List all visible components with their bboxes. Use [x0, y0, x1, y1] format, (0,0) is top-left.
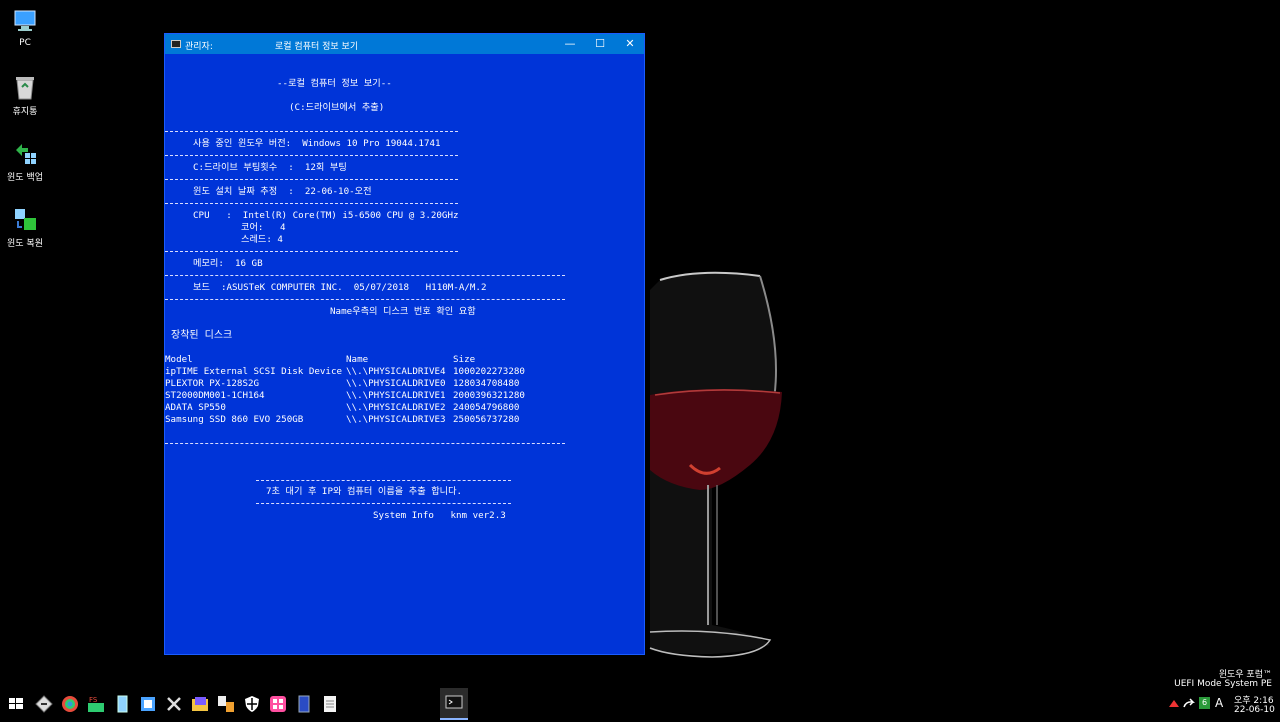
- console-icon: [445, 695, 463, 709]
- desktop-icon-pc[interactable]: PC: [0, 8, 50, 48]
- taskbar-app-shield[interactable]: [242, 694, 262, 714]
- drive-icon: [117, 695, 128, 713]
- taskbar-app-browser[interactable]: [60, 694, 80, 714]
- desktop-icon-label: 휴지통: [12, 107, 38, 117]
- disk-model: ST2000DM001-1CH164: [165, 390, 265, 401]
- console-window[interactable]: 관리자: 로컬 컴퓨터 정보 보기 — ☐ ✕ --로컬 컴퓨터 정보 보기--…: [164, 33, 645, 655]
- cores-line: 코어: 4: [241, 222, 286, 233]
- disk-size: 240054796800: [453, 402, 520, 413]
- disk-size: 250056737280: [453, 414, 520, 425]
- computer-icon: [12, 8, 38, 34]
- desktop-icon-label: 윈도 복원: [7, 239, 43, 249]
- disk-model: PLEXTOR PX-128S2G: [165, 378, 260, 389]
- admin-label: 관리자:: [185, 42, 213, 52]
- minimize-button[interactable]: —: [555, 34, 585, 54]
- taskbar-app-console[interactable]: [440, 688, 468, 720]
- board-line: 보드 :ASUSTeK COMPUTER INC. 05/07/2018 H11…: [193, 282, 487, 293]
- folder-icon: [192, 697, 208, 711]
- wait-message: 7초 대기 후 IP와 컴퓨터 이름을 추출 합니다.: [266, 486, 463, 497]
- tray-date[interactable]: 22-06-10: [1234, 705, 1275, 715]
- disk-header-model: Model: [165, 354, 193, 365]
- maximize-button[interactable]: ☐: [585, 34, 615, 54]
- name-note-line: Name우측의 디스크 번호 확인 요함: [330, 306, 476, 317]
- divider: [165, 251, 458, 252]
- disk-name: \\.\PHYSICALDRIVE4: [346, 366, 446, 377]
- disk-name: \\.\PHYSICALDRIVE3: [346, 414, 446, 425]
- divider: [165, 155, 458, 156]
- console-icon: [171, 40, 181, 48]
- fs-tool-icon: FS: [88, 696, 104, 712]
- divider: [256, 503, 511, 504]
- threads-line: 스레드: 4: [241, 234, 283, 245]
- tray-arrow-icon[interactable]: [1168, 698, 1180, 711]
- taskbar-app-tools[interactable]: [34, 694, 54, 714]
- taskbar-app-fs[interactable]: FS: [86, 694, 106, 714]
- install-date-line: 윈도 설치 날짜 추정 : 22-06-10-오전: [193, 186, 372, 197]
- disk-name: \\.\PHYSICALDRIVE2: [346, 402, 446, 413]
- partition-icon: [141, 697, 155, 711]
- taskbar-app-disk[interactable]: [112, 694, 132, 714]
- console-subheading: (C:드라이브에서 추출): [289, 102, 385, 113]
- divider: [165, 179, 458, 180]
- taskbar-app-partition[interactable]: [138, 694, 158, 714]
- disk-size: 128034708480: [453, 378, 520, 389]
- disk-size: 1000202273280: [453, 366, 525, 377]
- divider: [165, 131, 458, 132]
- book-icon: [298, 695, 310, 713]
- divider: [165, 203, 458, 204]
- disk-model: ipTIME External SCSI Disk Device: [165, 366, 343, 377]
- taskbar-app-book[interactable]: [294, 694, 314, 714]
- svg-text:FS: FS: [89, 696, 98, 704]
- taskbar-app-settings[interactable]: [164, 694, 184, 714]
- divider: [165, 299, 565, 300]
- recycle-bin-icon: [12, 74, 38, 100]
- disk-model: ADATA SP550: [165, 402, 226, 413]
- restore-icon: [12, 206, 38, 232]
- disk-header-name: Name: [346, 354, 369, 365]
- start-button[interactable]: [6, 694, 26, 714]
- boot-count-line: C:드라이브 부팅횟수 : 12회 부팅: [193, 162, 347, 173]
- disk-model: Samsung SSD 860 EVO 250GB: [165, 414, 304, 425]
- copy-files-icon: [218, 696, 234, 712]
- cpu-line: CPU : Intel(R) Core(TM) i5-6500 CPU @ 3.…: [193, 210, 459, 221]
- diamond-tool-icon: [35, 695, 53, 713]
- app-grid-icon: [270, 696, 286, 712]
- memory-line: 메모리: 16 GB: [193, 258, 263, 269]
- disk-size: 2000396321280: [453, 390, 525, 401]
- taskbar-app-copy[interactable]: [216, 694, 236, 714]
- console-output: --로컬 컴퓨터 정보 보기-- (C:드라이브에서 추출) 사용 중인 윈도우…: [165, 54, 644, 654]
- divider: [165, 443, 565, 444]
- footer-line: System Info knm ver2.3: [373, 510, 506, 521]
- shield-icon: [245, 696, 259, 712]
- divider: [256, 480, 511, 481]
- windows-version-line: 사용 중인 윈도우 버전: Windows 10 Pro 19044.1741: [193, 138, 441, 149]
- console-heading: --로컬 컴퓨터 정보 보기--: [277, 78, 392, 89]
- tray-forward-icon[interactable]: [1183, 698, 1196, 711]
- disk-header-size: Size: [453, 354, 476, 365]
- windows-logo-icon: [9, 698, 23, 709]
- tray-language-badge[interactable]: 6: [1199, 697, 1210, 709]
- desktop-icon-restore[interactable]: 윈도 복원: [0, 206, 50, 249]
- wrench-icon: [167, 697, 181, 711]
- divider: [165, 275, 565, 276]
- taskbar-app-explorer[interactable]: [190, 694, 210, 714]
- desktop-icon-recycle-bin[interactable]: 휴지통: [0, 74, 50, 117]
- taskbar-app-grid[interactable]: [268, 694, 288, 714]
- disk-name: \\.\PHYSICALDRIVE0: [346, 378, 446, 389]
- disk-name: \\.\PHYSICALDRIVE1: [346, 390, 446, 401]
- desktop-icon-label: PC: [19, 38, 31, 48]
- backup-icon: [12, 140, 38, 166]
- tray-ime-indicator[interactable]: A: [1215, 696, 1223, 710]
- window-title: 로컬 컴퓨터 정보 보기: [275, 42, 359, 52]
- taskbar-app-notepad[interactable]: [320, 694, 340, 714]
- desktop-icon-label: 윈도 백업: [7, 173, 43, 183]
- disks-title: 장착된 디스크: [171, 330, 233, 341]
- notepad-icon: [324, 696, 336, 712]
- desktop-icon-backup[interactable]: 윈도 백업: [0, 140, 50, 183]
- window-titlebar[interactable]: 관리자: 로컬 컴퓨터 정보 보기 — ☐ ✕: [165, 34, 644, 54]
- close-button[interactable]: ✕: [615, 34, 645, 54]
- taskbar: FS 6 A 오후 2:16 22-06-10: [0, 688, 1280, 720]
- globe-icon: [62, 696, 78, 712]
